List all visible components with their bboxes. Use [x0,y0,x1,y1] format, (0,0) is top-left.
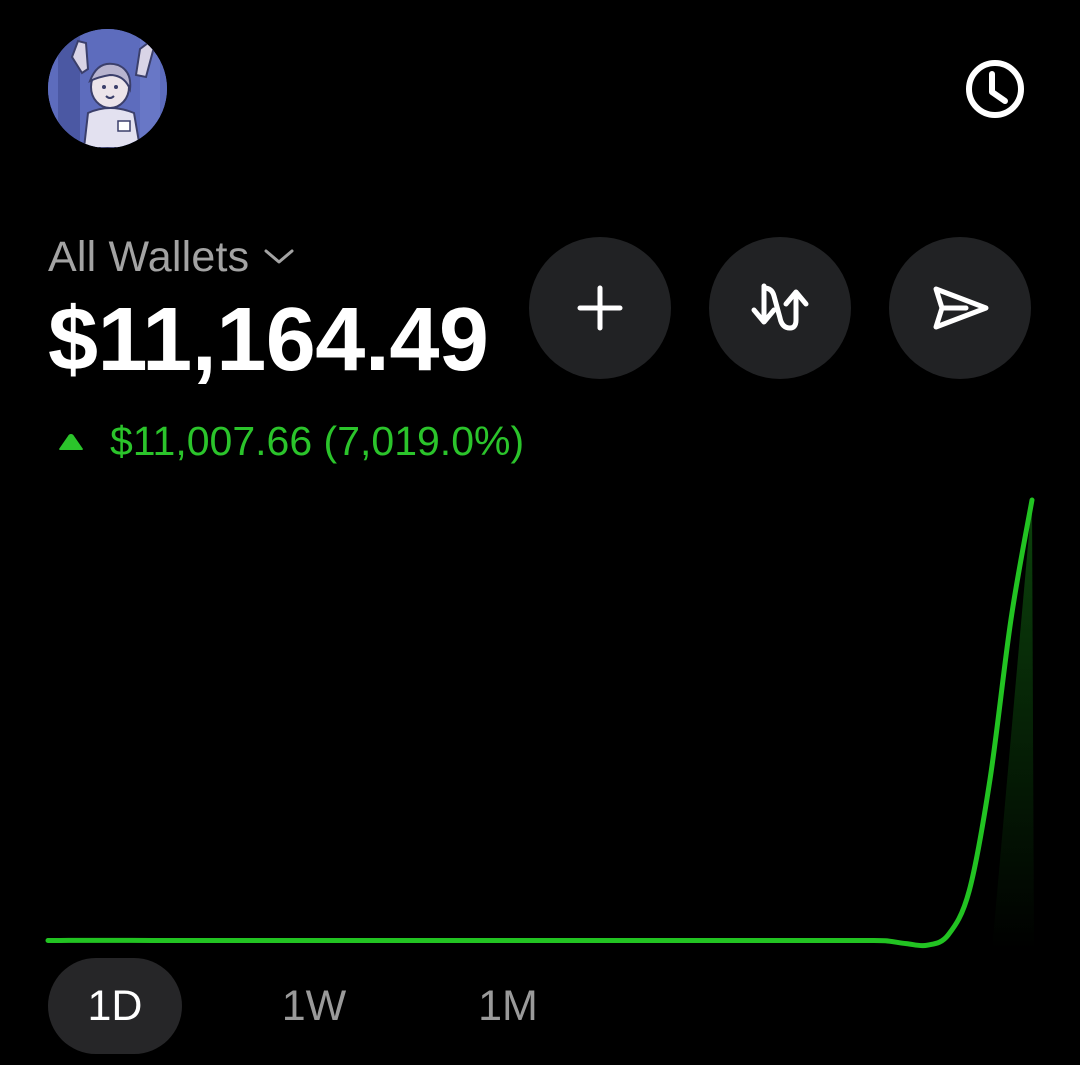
wallet-selector-label: All Wallets [48,232,250,281]
swap-button[interactable] [709,237,851,379]
balance-change-text: $11,007.66 (7,019.0%) [110,418,525,464]
tab-1d[interactable]: 1D [48,958,182,1054]
send-icon [933,286,989,330]
add-button[interactable] [529,237,671,379]
avatar-image [48,29,167,148]
triangle-up-icon [59,433,83,450]
history-button[interactable] [960,56,1030,122]
plus-icon [577,285,623,331]
total-balance: $11,164.49 [48,290,489,390]
send-button[interactable] [889,237,1031,379]
chart-line [45,497,1035,949]
balance-chart [45,497,1035,950]
wallet-selector[interactable]: All Wallets [48,232,295,282]
tab-1w[interactable]: 1W [252,958,376,1054]
time-range-tabs: 1D 1W 1M [48,958,564,1054]
clock-icon [966,60,1024,118]
profile-avatar[interactable] [48,29,167,148]
balance-change: $11,007.66 (7,019.0%) [58,418,524,465]
swap-arrows-icon [751,283,809,331]
chevron-down-icon [264,249,294,264]
tab-1m[interactable]: 1M [452,958,564,1054]
